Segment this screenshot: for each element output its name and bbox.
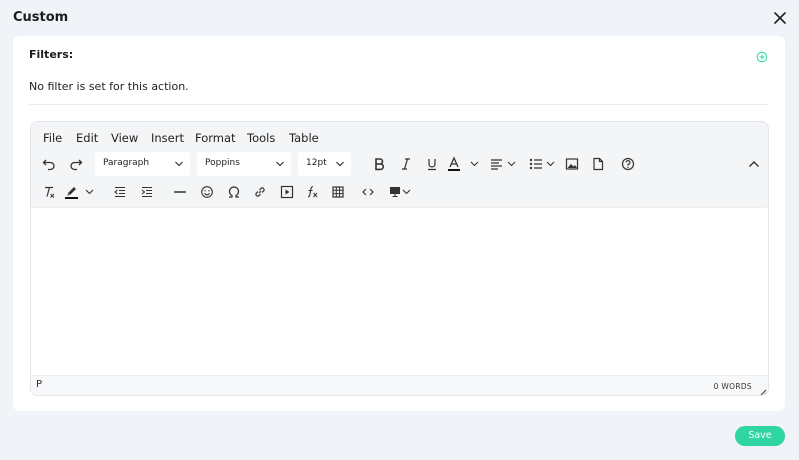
block-format-select[interactable]: Paragraph <box>95 152 190 176</box>
italic-button[interactable] <box>396 154 416 174</box>
menu-tools[interactable]: Tools <box>247 131 275 145</box>
element-path[interactable]: P <box>36 379 42 390</box>
link-icon <box>255 187 265 197</box>
preview-button[interactable] <box>388 182 416 202</box>
menu-format[interactable]: Format <box>195 131 236 145</box>
bold-button[interactable] <box>369 154 389 174</box>
highlight-color-button[interactable] <box>64 182 98 202</box>
insert-formula-button[interactable] <box>302 182 322 202</box>
emoji-button[interactable] <box>197 182 217 202</box>
source-code-button[interactable] <box>358 182 378 202</box>
save-button[interactable]: Save <box>735 426 785 446</box>
divider <box>29 104 769 105</box>
close-icon[interactable] <box>772 10 788 26</box>
chevron-down-icon <box>336 161 344 167</box>
insert-media-button[interactable] <box>277 182 297 202</box>
highlighter-icon <box>65 187 94 199</box>
font-size-value: 12pt <box>306 158 327 168</box>
align-left-icon <box>491 159 516 170</box>
modal-title: Custom <box>13 10 69 25</box>
font-family-value: Poppins <box>205 158 240 168</box>
menu-edit[interactable]: Edit <box>76 131 98 145</box>
horizontal-rule-icon <box>174 191 186 193</box>
block-format-value: Paragraph <box>103 158 150 168</box>
italic-icon <box>402 158 410 170</box>
word-count[interactable]: 0 WORDS <box>714 382 752 391</box>
resize-handle-icon[interactable] <box>759 388 767 396</box>
undo-button[interactable] <box>39 154 59 174</box>
align-button[interactable] <box>489 154 519 174</box>
formula-icon <box>307 185 318 198</box>
menu-table[interactable]: Table <box>289 131 319 145</box>
code-icon <box>362 188 374 196</box>
font-size-select[interactable]: 12pt <box>298 152 351 176</box>
undo-icon <box>42 159 55 171</box>
menu-insert[interactable]: Insert <box>151 131 184 145</box>
chevron-down-icon <box>276 161 284 167</box>
filters-card: Filters: No filter is set for this actio… <box>13 36 785 411</box>
editor-content-area[interactable] <box>31 208 768 375</box>
document-button[interactable] <box>588 154 608 174</box>
outdent-icon <box>114 186 125 198</box>
indent-button[interactable] <box>137 182 157 202</box>
redo-icon <box>70 159 83 171</box>
no-filter-message: No filter is set for this action. <box>29 80 189 93</box>
underline-button[interactable] <box>422 154 442 174</box>
chevron-down-icon <box>175 161 183 167</box>
text-color-button[interactable] <box>447 154 483 174</box>
horizontal-rule-button[interactable] <box>170 182 190 202</box>
font-family-select[interactable]: Poppins <box>197 152 291 176</box>
insert-table-button[interactable] <box>328 182 348 202</box>
bullet-list-icon <box>529 158 555 170</box>
help-icon <box>621 157 635 171</box>
bold-icon <box>375 158 385 171</box>
omega-icon <box>228 186 240 198</box>
media-play-icon <box>280 185 294 199</box>
menu-file[interactable]: File <box>43 131 62 145</box>
text-color-icon <box>448 156 479 171</box>
editor-menubar: File Edit View Insert Format Tools Table <box>31 122 768 152</box>
insert-image-button[interactable] <box>562 154 582 174</box>
collapse-toolbar-button[interactable] <box>744 154 764 174</box>
clear-formatting-button[interactable] <box>39 182 59 202</box>
help-button[interactable] <box>618 154 638 174</box>
document-icon <box>593 157 604 171</box>
chevron-up-icon <box>749 161 759 167</box>
editor-statusbar: P 0 WORDS <box>31 375 768 396</box>
rich-text-editor: File Edit View Insert Format Tools Table… <box>30 121 769 396</box>
insert-link-button[interactable] <box>250 182 270 202</box>
special-character-button[interactable] <box>224 182 244 202</box>
filters-label: Filters: <box>29 48 74 61</box>
outdent-button[interactable] <box>110 182 130 202</box>
redo-button[interactable] <box>66 154 86 174</box>
clear-formatting-icon <box>45 186 55 198</box>
indent-icon <box>141 186 152 198</box>
image-icon <box>565 158 579 170</box>
menu-view[interactable]: View <box>111 131 138 145</box>
add-filter-icon[interactable] <box>756 48 768 63</box>
emoji-icon <box>201 186 213 198</box>
table-icon <box>332 186 344 198</box>
monitor-icon <box>390 187 411 198</box>
editor-toolbar-area: File Edit View Insert Format Tools Table… <box>31 122 768 207</box>
bullet-list-button[interactable] <box>528 154 558 174</box>
modal-header: Custom <box>0 0 799 36</box>
underline-icon <box>428 159 436 171</box>
